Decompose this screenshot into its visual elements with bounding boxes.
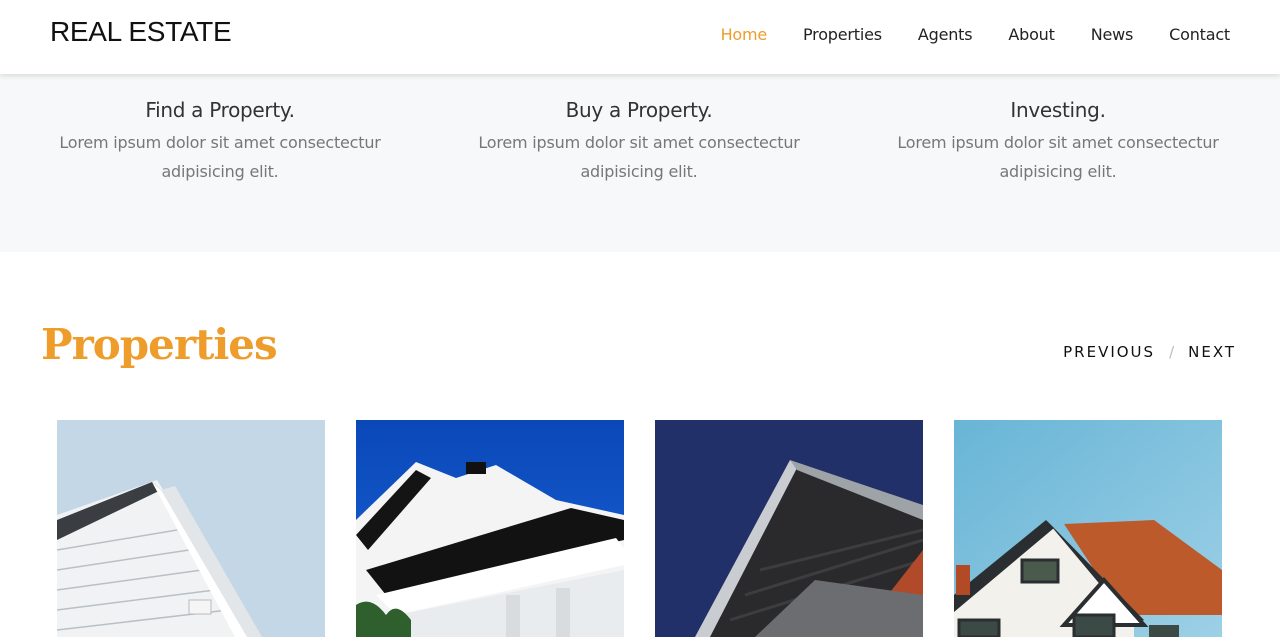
main-nav: Home Properties Agents About News Contac…: [685, 0, 1231, 68]
feature-find: Find a Property. Lorem ipsum dolor sit a…: [10, 98, 430, 186]
nav-agents[interactable]: Agents: [918, 25, 973, 44]
property-card-3[interactable]: [655, 420, 923, 637]
features-band: Find a Property. Lorem ipsum dolor sit a…: [0, 74, 1280, 252]
property-card-1[interactable]: [57, 420, 325, 637]
nav-news[interactable]: News: [1091, 25, 1134, 44]
feature-title: Investing.: [1010, 98, 1106, 122]
dark-building-overhang-photo: [655, 420, 923, 637]
feature-title: Find a Property.: [145, 98, 295, 122]
nav-about[interactable]: About: [1008, 25, 1055, 44]
feature-investing: Investing. Lorem ipsum dolor sit amet co…: [848, 98, 1268, 186]
next-link[interactable]: NEXT: [1188, 343, 1236, 361]
property-card-4[interactable]: [954, 420, 1222, 637]
properties-pager: PREVIOUS / NEXT: [1063, 343, 1236, 361]
previous-link[interactable]: PREVIOUS: [1063, 343, 1155, 361]
feature-title: Buy a Property.: [565, 98, 713, 122]
nav-contact[interactable]: Contact: [1169, 25, 1230, 44]
nav-properties[interactable]: Properties: [803, 25, 882, 44]
pager-separator: /: [1169, 343, 1175, 361]
site-header: REAL ESTATE Home Properties Agents About…: [0, 0, 1280, 74]
feature-buy: Buy a Property. Lorem ipsum dolor sit am…: [429, 98, 849, 186]
white-house-gable-photo: [57, 420, 325, 637]
site-logo[interactable]: REAL ESTATE: [50, 16, 232, 48]
properties-heading: Properties: [41, 320, 278, 369]
feature-text: Lorem ipsum dolor sit amet consectectur …: [59, 133, 381, 181]
feature-text: Lorem ipsum dolor sit amet consectectur …: [478, 133, 800, 181]
feature-text: Lorem ipsum dolor sit amet consectectur …: [897, 133, 1219, 181]
tudor-house-red-roof-photo: [954, 420, 1222, 637]
modern-white-building-blue-sky-photo: [356, 420, 624, 637]
nav-home[interactable]: Home: [721, 25, 768, 44]
property-card-2[interactable]: [356, 420, 624, 637]
